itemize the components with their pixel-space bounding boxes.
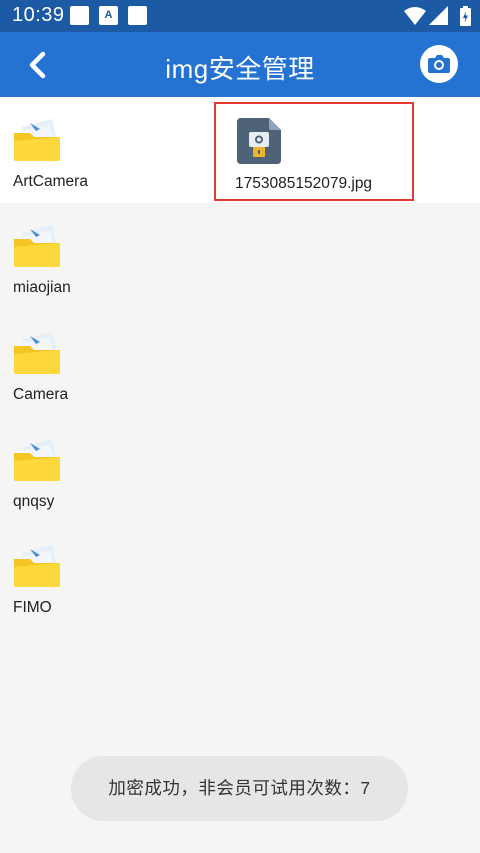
encrypted-file-item[interactable]: 1753085152079.jpg xyxy=(214,102,414,201)
status-bar: 10:39 A xyxy=(0,0,480,32)
page-title: img安全管理 xyxy=(165,54,315,84)
folder-item[interactable]: ArtCamera xyxy=(0,97,200,203)
folder-label: miaojian xyxy=(13,279,71,296)
encrypted-image-file-icon xyxy=(237,118,281,164)
file-grid-row: ArtCamera 1753085152079.jpg xyxy=(0,97,480,203)
folder-label: FIMO xyxy=(13,599,52,616)
toast-message: 加密成功，非会员可试用次数：7 xyxy=(71,756,408,821)
folder-item[interactable]: miaojian xyxy=(0,203,200,309)
battery-charging-icon xyxy=(460,6,471,26)
app-bar: img安全管理 xyxy=(0,32,480,97)
folder-icon xyxy=(14,119,60,161)
file-grid-row: qnqsy xyxy=(0,417,480,523)
square-notification-icon xyxy=(70,6,89,25)
folder-label: qnqsy xyxy=(13,493,55,510)
signal-icon xyxy=(429,6,448,25)
camera-icon xyxy=(428,55,450,73)
wifi-icon xyxy=(404,7,426,25)
square-notification-icon xyxy=(128,6,147,25)
file-grid-row: FIMO xyxy=(0,523,480,629)
camera-button[interactable] xyxy=(420,45,458,83)
folder-icon xyxy=(14,439,60,481)
folder-label: Camera xyxy=(13,386,69,403)
folder-item[interactable]: qnqsy xyxy=(0,417,200,523)
file-label: 1753085152079.jpg xyxy=(235,175,373,192)
a-notification-icon: A xyxy=(99,6,118,25)
folder-item[interactable]: Camera xyxy=(0,310,200,416)
folder-icon xyxy=(14,332,60,374)
folder-item[interactable]: FIMO xyxy=(0,523,200,629)
system-icons xyxy=(404,6,474,26)
file-grid-row: miaojian xyxy=(0,203,480,309)
folder-icon xyxy=(14,545,60,587)
status-time: 10:39 xyxy=(12,4,65,26)
folder-icon xyxy=(14,225,60,267)
folder-label: ArtCamera xyxy=(13,173,88,190)
file-grid-row: Camera xyxy=(0,310,480,416)
